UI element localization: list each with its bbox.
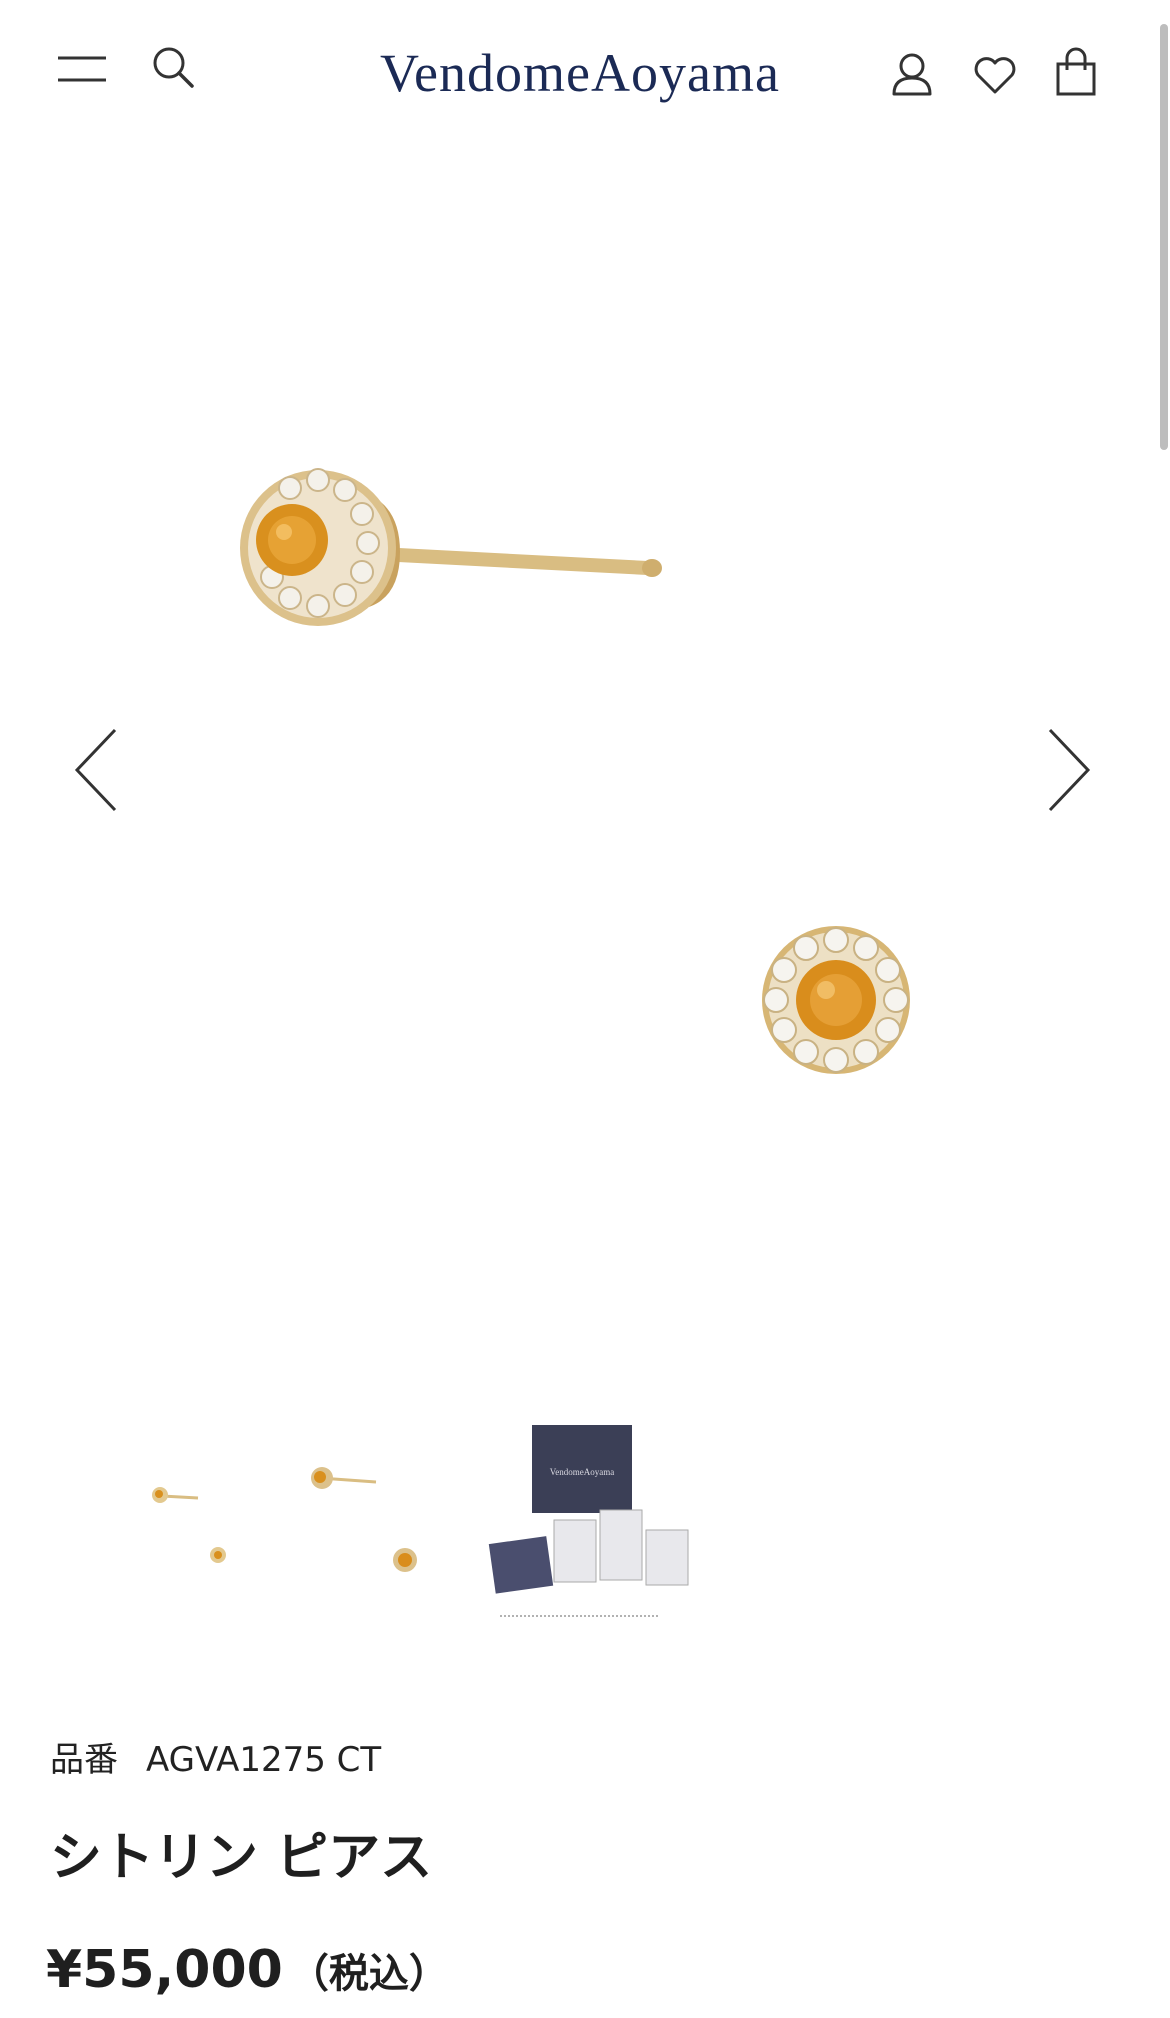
- gallery-next-button[interactable]: [1030, 715, 1110, 825]
- site-logo[interactable]: VendomeAoyama: [300, 28, 860, 118]
- thumbnail-earring-small[interactable]: [80, 1420, 280, 1640]
- hamburger-menu-icon: [58, 56, 106, 82]
- account-button[interactable]: [890, 50, 934, 98]
- search-icon: [153, 47, 194, 88]
- wishlist-button[interactable]: [972, 56, 1018, 96]
- cart-button[interactable]: [1054, 46, 1098, 98]
- thumbnail-packaging[interactable]: VendomeAoyama: [480, 1420, 720, 1640]
- product-price: ¥55,000 （税込）: [46, 1940, 449, 2000]
- product-code-value: AGVA1275 CT: [146, 1740, 382, 1780]
- earring-front-view: [762, 926, 910, 1074]
- product-title: シトリン ピアス: [50, 1828, 433, 1888]
- shopping-bag-icon: [1056, 47, 1096, 96]
- product-code-label: 品番: [50, 1740, 118, 1780]
- gallery-prev-button[interactable]: [55, 715, 135, 825]
- product-main-image[interactable]: [0, 140, 1170, 1370]
- earring-side-view: [240, 468, 662, 626]
- menu-button[interactable]: [52, 50, 112, 90]
- product-code: 品番 AGVA1275 CT: [50, 1732, 381, 1781]
- tax-note: （税込）: [288, 1951, 449, 1997]
- user-icon: [892, 53, 932, 96]
- thumbnail-strip: VendomeAoyama: [40, 1420, 1130, 1640]
- price-amount: ¥55,000: [46, 1940, 283, 2000]
- chevron-left-icon: [74, 728, 117, 812]
- heart-icon: [974, 57, 1016, 94]
- site-header: VendomeAoyama: [0, 0, 1170, 140]
- product-gallery: [0, 140, 1170, 1370]
- svg-text:VendomeAoyama: VendomeAoyama: [550, 1467, 614, 1477]
- search-button[interactable]: [150, 44, 196, 90]
- thumbnail-earring-detail[interactable]: [280, 1420, 480, 1640]
- chevron-right-icon: [1048, 728, 1091, 812]
